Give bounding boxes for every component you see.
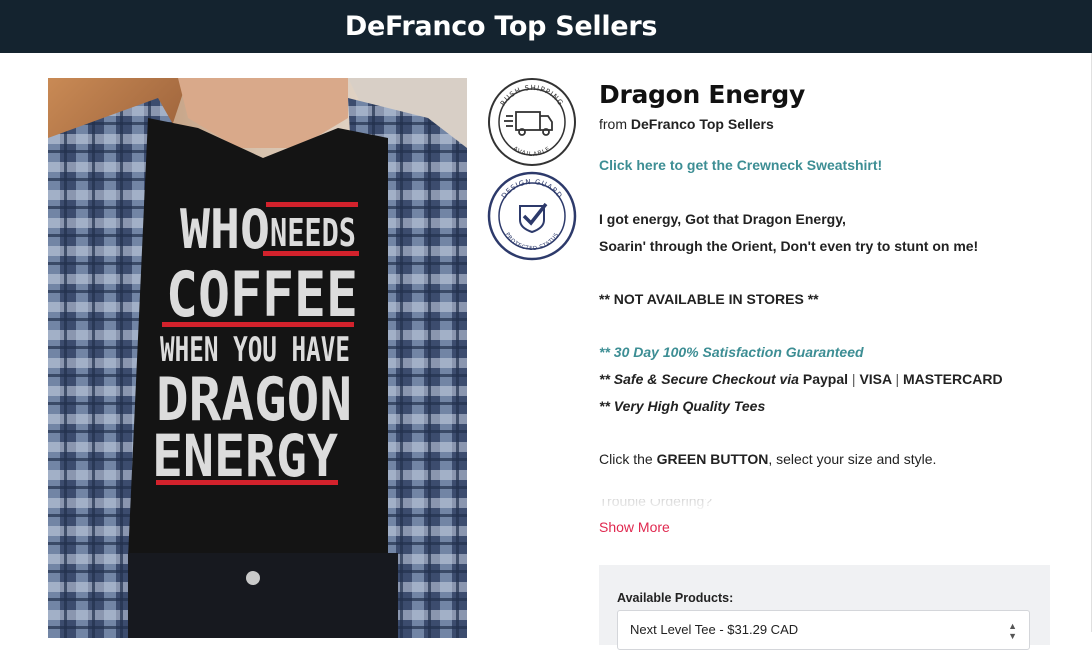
- crewneck-link[interactable]: Click here to get the Crewneck Sweatshir…: [599, 157, 882, 173]
- pay-mastercard: MASTERCARD: [903, 371, 1003, 387]
- available-products-label: Available Products:: [617, 591, 734, 605]
- store-title[interactable]: DeFranco Top Sellers: [345, 11, 658, 42]
- design-guard-badge: DESIGN GUARD PROTECTED STATUS: [486, 170, 578, 262]
- from-line: from DeFranco Top Sellers: [599, 116, 1049, 132]
- guarantee-line: ** 30 Day 100% Satisfaction Guaranteed: [599, 344, 864, 360]
- lyrics-line-2: Soarin' through the Orient, Don't even t…: [599, 238, 979, 254]
- not-in-stores: ** NOT AVAILABLE IN STORES **: [599, 291, 819, 307]
- instructions-line: Click the GREEN BUTTON, select your size…: [599, 446, 1049, 473]
- svg-text:COFFEE: COFFEE: [166, 258, 358, 331]
- svg-text:NEEDS: NEEDS: [270, 211, 356, 255]
- product-description: I got energy, Got that Dragon Energy, So…: [599, 206, 1049, 473]
- pay-visa: VISA: [859, 371, 892, 387]
- available-products-panel: Available Products: Next Level Tee - $31…: [599, 565, 1050, 650]
- checkout-prefix: ** Safe & Secure Checkout via: [599, 371, 799, 387]
- truck-badge-icon: RUSH SHIPPING AVAILABLE: [488, 78, 576, 166]
- rush-shipping-badge: RUSH SHIPPING AVAILABLE: [486, 76, 578, 168]
- click-prefix: Click the: [599, 451, 653, 467]
- pay-paypal: Paypal: [802, 371, 849, 387]
- svg-text:ENERGY: ENERGY: [152, 422, 338, 490]
- lyrics-line-1: I got energy, Got that Dragon Energy,: [599, 211, 846, 227]
- svg-text:WHEN YOU HAVE: WHEN YOU HAVE: [160, 330, 350, 370]
- product-details: Dragon Energy from DeFranco Top Sellers …: [599, 80, 1049, 535]
- product-image[interactable]: WHO NEEDS COFFEE WHEN YOU HAVE DRAGON EN…: [48, 78, 467, 638]
- click-suffix: , select your size and style.: [768, 451, 937, 467]
- green-button-text: GREEN BUTTON: [656, 451, 769, 467]
- quality-line: ** Very High Quality Tees: [599, 398, 766, 414]
- store-link[interactable]: DeFranco Top Sellers: [631, 116, 774, 132]
- product-select-value: Next Level Tee - $31.29 CAD: [630, 622, 799, 637]
- product-title: Dragon Energy: [599, 80, 805, 109]
- show-more-link[interactable]: Show More: [599, 519, 1049, 535]
- from-prefix: from: [599, 116, 627, 132]
- pay-separator: |: [851, 371, 856, 387]
- faded-text: Trouble Ordering?: [599, 499, 713, 509]
- faded-description-text: Trouble Ordering?: [599, 499, 1049, 513]
- checkout-line: ** Safe & Secure Checkout via Paypal | V…: [599, 366, 1049, 393]
- product-select[interactable]: Next Level Tee - $31.29 CAD ▲ ▼: [617, 610, 1030, 650]
- shield-check-icon: DESIGN GUARD PROTECTED STATUS: [487, 171, 577, 261]
- store-header: DeFranco Top Sellers: [0, 0, 1092, 53]
- pay-separator: |: [895, 371, 900, 387]
- select-caret-icon: ▲ ▼: [1008, 621, 1017, 641]
- tshirt-photo: WHO NEEDS COFFEE WHEN YOU HAVE DRAGON EN…: [48, 78, 467, 638]
- svg-text:WHO: WHO: [180, 198, 270, 261]
